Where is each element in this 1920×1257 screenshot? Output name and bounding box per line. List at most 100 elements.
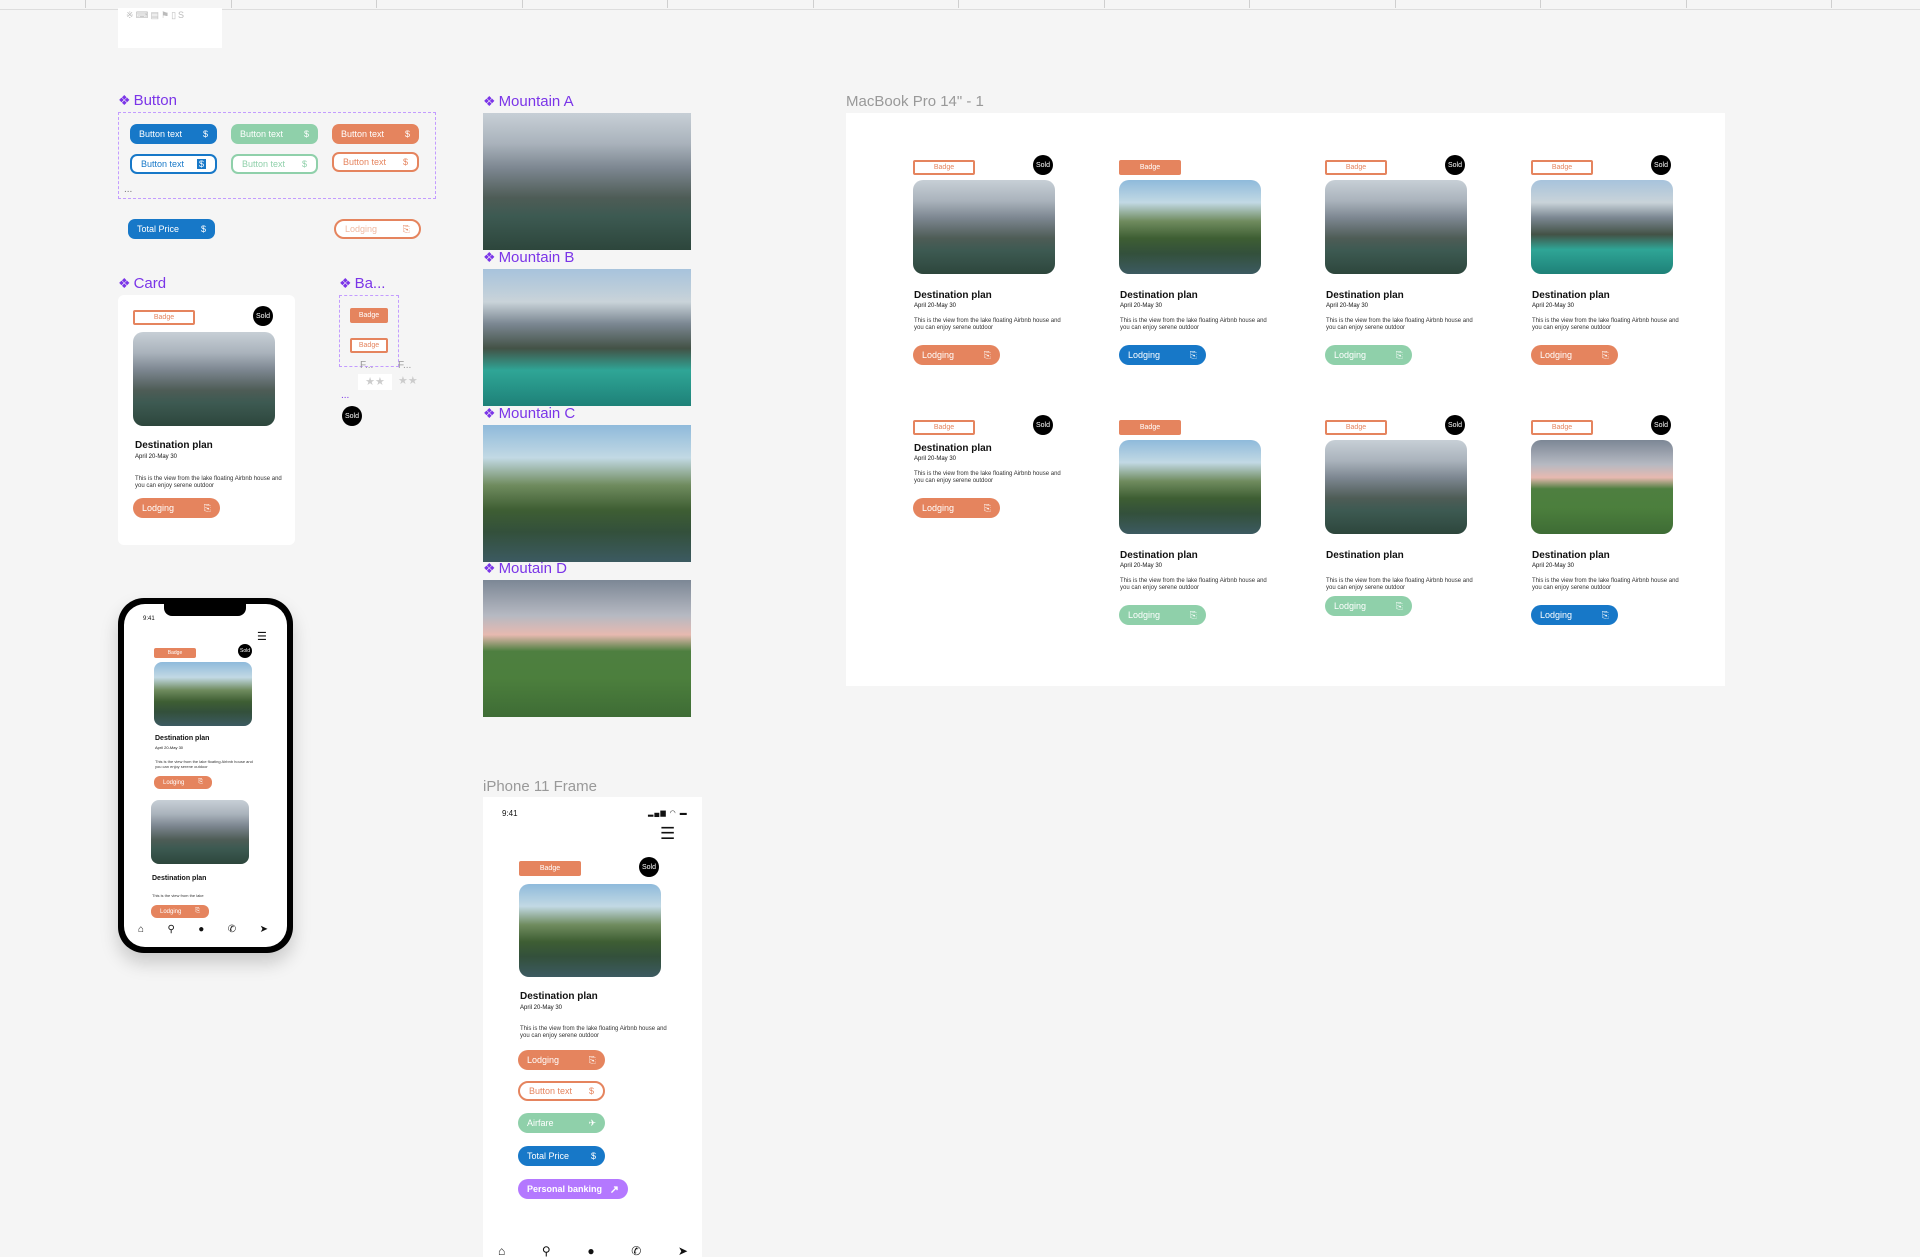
macbook-card[interactable]: Badge Sold Destination plan April 20-May 30… [1529, 153, 1704, 383]
card-lodging-button[interactable]: Lodging ⎘ [1325, 345, 1412, 365]
total-price-button[interactable]: Total Price $ [518, 1146, 605, 1166]
mountain-d-image[interactable] [483, 580, 691, 717]
iphone-frame-label[interactable]: iPhone 11 Frame [483, 778, 597, 795]
mountain-d-label[interactable]: ❖ Moutain D [483, 560, 567, 577]
phone-icon[interactable]: ✆ [228, 924, 236, 935]
mountain-c-image[interactable] [483, 425, 691, 562]
macbook-card[interactable]: Badge Destination plan April 20-May 30 This… [1117, 413, 1292, 643]
personal-banking-button[interactable]: Personal banking ↗ [518, 1179, 628, 1199]
phone-screen: 9:41 ☰ Badge Sold Destination plan April… [124, 604, 287, 947]
card-lodging-button[interactable]: Lodging ⎘ [1119, 345, 1206, 365]
mountain-a-label[interactable]: ❖ Mountain A [483, 93, 574, 110]
mountain-b-image[interactable] [483, 269, 691, 406]
component-diamond-icon: ❖ [483, 560, 496, 576]
macbook-card[interactable]: Badge Sold Destination plan April 20-May 30… [1529, 413, 1704, 643]
badge-component-label[interactable]: ❖ Ba... [339, 275, 385, 292]
button-component-label[interactable]: ❖ Button [118, 92, 177, 109]
bed-icon: ⎘ [1601, 349, 1609, 360]
component-diamond-icon: ❖ [339, 275, 352, 291]
button-variant-blue[interactable]: Button text $ [130, 124, 217, 144]
button-variant-blue-outline[interactable]: Button text $ [130, 154, 217, 174]
card-heading: Destination plan [1326, 290, 1404, 301]
lodging-outline-button[interactable]: Lodging ⎘ [334, 219, 421, 239]
ruler-tick [1104, 0, 1105, 8]
card-heading: Destination plan [1326, 550, 1404, 561]
star-rating-icon: ★★ [398, 375, 418, 387]
lodging-button[interactable]: Lodging ⎘ [518, 1050, 605, 1070]
card-lodging-button[interactable]: Lodging ⎘ [913, 345, 1000, 365]
iphone-frame[interactable]: 9:41 ▂▄▆ ◠ ▬ ☰ Badge Sold Destination pl… [483, 797, 702, 1257]
phone-card2-description: This is the view from the lake [152, 893, 204, 898]
user-icon[interactable]: ● [198, 924, 204, 935]
bed-icon: ⎘ [588, 1054, 596, 1065]
bed-icon: ⎘ [1395, 349, 1403, 360]
card-photo [133, 332, 275, 426]
card-lodging-button[interactable]: Lodging ⎘ [1119, 605, 1206, 625]
button-variant-green[interactable]: Button text $ [231, 124, 318, 144]
card-lodging-button[interactable]: Lodging ⎘ [913, 498, 1000, 518]
card-component-label[interactable]: ❖ Card [118, 275, 166, 292]
component-diamond-icon: ❖ [483, 405, 496, 421]
pin-icon[interactable]: ⚲ [542, 1244, 551, 1257]
button-text-button[interactable]: Button text $ [518, 1081, 605, 1101]
macbook-card[interactable]: Badge Sold Destination plan April 20-May 30… [911, 413, 1086, 643]
card-lodging-button[interactable]: Lodging ⎘ [1531, 345, 1618, 365]
mountain-a-image[interactable] [483, 113, 691, 250]
card-heading: Destination plan [1120, 550, 1198, 561]
ruler-tick [1686, 0, 1687, 8]
send-icon[interactable]: ➤ [260, 924, 268, 935]
card-badge: Badge [913, 420, 975, 435]
home-icon[interactable]: ⌂ [138, 924, 144, 935]
phone-card2-photo [151, 800, 249, 864]
badge-variants-frame[interactable] [339, 295, 399, 367]
phone-lodging-button[interactable]: Lodging ⎘ [154, 776, 212, 789]
phone-badge: Badge [154, 648, 196, 658]
bed-icon: ⎘ [203, 502, 211, 513]
sold-badge: Sold [342, 406, 362, 426]
bed-icon: ⎘ [1189, 609, 1197, 620]
ruler-tick [85, 0, 86, 8]
sold-badge: Sold [1445, 415, 1465, 435]
macbook-card[interactable]: Badge Sold Destination plan April 20-May 30… [1323, 153, 1498, 383]
ruler-tick [1540, 0, 1541, 8]
macbook-frame[interactable]: Badge Sold Destination plan April 20-May 30… [846, 113, 1725, 686]
hamburger-menu-icon[interactable]: ☰ [257, 630, 267, 643]
hamburger-menu-icon[interactable]: ☰ [660, 825, 675, 842]
airfare-button[interactable]: Airfare ✈ [518, 1113, 605, 1133]
phone-icon[interactable]: ✆ [631, 1244, 641, 1257]
card-lodging-button[interactable]: Lodging ⎘ [133, 498, 220, 518]
mountain-c-label[interactable]: ❖ Mountain C [483, 405, 575, 422]
card-lodging-button[interactable]: Lodging ⎘ [1325, 596, 1412, 616]
card-date: April 20-May 30 [1532, 303, 1575, 309]
macbook-card[interactable]: Badge Destination plan April 20-May 30 This… [1117, 153, 1292, 383]
card-heading: Destination plan [914, 290, 992, 301]
macbook-card[interactable]: Badge Sold Destination plan This is the vie… [1323, 413, 1498, 643]
sold-badge: Sold [1445, 155, 1465, 175]
home-icon[interactable]: ⌂ [498, 1244, 505, 1257]
card-photo [913, 180, 1055, 274]
phone-card2-lodging-button[interactable]: Lodging ⎘ [151, 905, 209, 918]
pin-icon[interactable]: ⚲ [167, 924, 174, 935]
button-variant-green-outline[interactable]: Button text $ [231, 154, 318, 174]
macbook-frame-label[interactable]: MacBook Pro 14" - 1 [846, 93, 984, 110]
card-description: This is the view from the lake floating … [520, 1026, 667, 1039]
frame-thumbnail[interactable]: ※⌨▤⚑▯S [118, 8, 222, 48]
card-lodging-button[interactable]: Lodging ⎘ [1531, 605, 1618, 625]
card-description: This is the view from the lake floating … [1326, 318, 1473, 331]
phone-card-heading: Destination plan [155, 735, 210, 742]
component-diamond-icon: ❖ [118, 92, 131, 108]
mountain-b-label[interactable]: ❖ Mountain B [483, 249, 574, 266]
component-diamond-icon: ❖ [483, 93, 496, 109]
status-icons: ▂▄▆ ◠ ▬ [648, 810, 688, 817]
plane-icon: ✈ [588, 1117, 596, 1128]
button-variant-orange-outline[interactable]: Button text $ [332, 152, 419, 172]
user-icon[interactable]: ● [587, 1244, 594, 1257]
total-price-button[interactable]: Total Price $ [128, 219, 215, 239]
button-variant-orange[interactable]: Button text $ [332, 124, 419, 144]
dollar-icon: $ [196, 159, 206, 169]
frame-label-f1: F... [360, 360, 374, 371]
phone-time: 9:41 [143, 616, 155, 622]
card-badge: Badge [1119, 160, 1181, 175]
send-icon[interactable]: ➤ [678, 1244, 688, 1257]
macbook-card[interactable]: Badge Sold Destination plan April 20-May 30… [911, 153, 1086, 383]
